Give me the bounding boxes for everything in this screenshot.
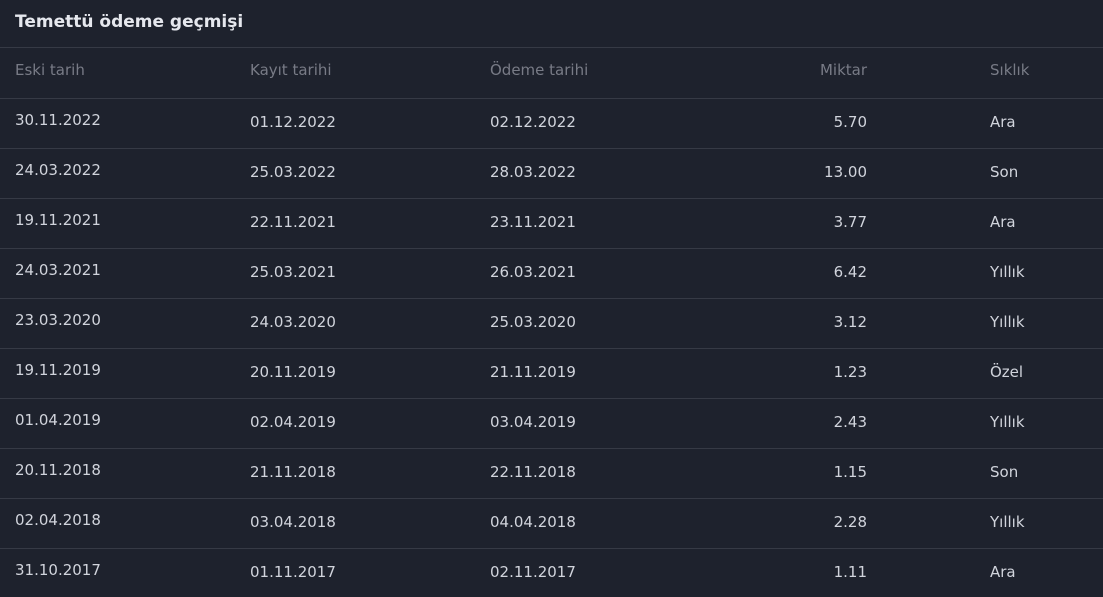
table-body: 30.11.2022 01.12.2022 02.12.2022 5.70 Ara 24.… [0,99,1103,597]
cell-ex-date: 23.03.2020 [15,311,101,329]
cell-frequency: Yıllık [990,513,1025,531]
cell-ex-date: 01.04.2019 [15,411,101,429]
cell-ex-date: 31.10.2017 [15,561,101,579]
cell-record-date: 21.11.2018 [250,463,336,481]
cell-amount: 2.43 [833,413,867,431]
table-row: 19.11.2019 20.11.2019 21.11.2019 1.23 Özel [0,349,1103,399]
table-row: 01.04.2019 02.04.2019 03.04.2019 2.43 Yıllık [0,399,1103,449]
cell-record-date: 24.03.2020 [250,313,336,331]
cell-ex-date: 02.04.2018 [15,511,101,529]
cell-frequency: Yıllık [990,263,1025,281]
cell-payment-date: 25.03.2020 [490,313,576,331]
cell-record-date: 02.04.2019 [250,413,336,431]
cell-payment-date: 22.11.2018 [490,463,576,481]
cell-frequency: Ara [990,563,1016,581]
table-row: 19.11.2021 22.11.2021 23.11.2021 3.77 Ara [0,199,1103,249]
dividend-history-panel: Temettü ödeme geçmişi Eski tarih Kayıt t… [0,0,1103,597]
cell-amount: 3.77 [833,213,867,231]
cell-payment-date: 03.04.2019 [490,413,576,431]
table-row: 23.03.2020 24.03.2020 25.03.2020 3.12 Yıllık [0,299,1103,349]
cell-record-date: 25.03.2021 [250,263,336,281]
cell-frequency: Ara [990,113,1016,131]
column-header-record-date[interactable]: Kayıt tarihi [250,61,332,79]
table-row: 30.11.2022 01.12.2022 02.12.2022 5.70 Ara [0,99,1103,149]
cell-payment-date: 02.12.2022 [490,113,576,131]
cell-amount: 1.23 [833,363,867,381]
panel-title: Temettü ödeme geçmişi [15,11,244,32]
cell-amount: 2.28 [833,513,867,531]
cell-record-date: 03.04.2018 [250,513,336,531]
panel-header: Temettü ödeme geçmişi [0,0,1103,48]
cell-amount: 5.70 [833,113,867,131]
cell-amount: 3.12 [833,313,867,331]
cell-amount: 6.42 [833,263,867,281]
cell-amount: 13.00 [824,163,867,181]
table-row: 20.11.2018 21.11.2018 22.11.2018 1.15 Son [0,449,1103,499]
table-row: 24.03.2021 25.03.2021 26.03.2021 6.42 Yıllık [0,249,1103,299]
cell-record-date: 01.11.2017 [250,563,336,581]
cell-payment-date: 28.03.2022 [490,163,576,181]
cell-frequency: Yıllık [990,413,1025,431]
cell-frequency: Son [990,463,1019,481]
cell-record-date: 25.03.2022 [250,163,336,181]
cell-ex-date: 30.11.2022 [15,111,101,129]
table-header-row: Eski tarih Kayıt tarihi Ödeme tarihi Mik… [0,48,1103,99]
column-header-amount[interactable]: Miktar [820,61,867,79]
cell-record-date: 22.11.2021 [250,213,336,231]
cell-ex-date: 20.11.2018 [15,461,101,479]
cell-ex-date: 19.11.2019 [15,361,101,379]
cell-record-date: 01.12.2022 [250,113,336,131]
cell-payment-date: 26.03.2021 [490,263,576,281]
table-row: 31.10.2017 01.11.2017 02.11.2017 1.11 Ara [0,549,1103,597]
column-header-payment-date[interactable]: Ödeme tarihi [490,61,588,79]
cell-payment-date: 04.04.2018 [490,513,576,531]
table-row: 02.04.2018 03.04.2018 04.04.2018 2.28 Yıllık [0,499,1103,549]
column-header-ex-date[interactable]: Eski tarih [15,61,85,79]
cell-ex-date: 19.11.2021 [15,211,101,229]
cell-ex-date: 24.03.2021 [15,261,101,279]
cell-ex-date: 24.03.2022 [15,161,101,179]
column-header-frequency[interactable]: Sıklık [990,61,1029,79]
cell-amount: 1.15 [833,463,867,481]
cell-frequency: Özel [990,363,1024,381]
table-row: 24.03.2022 25.03.2022 28.03.2022 13.00 Son [0,149,1103,199]
cell-record-date: 20.11.2019 [250,363,336,381]
cell-payment-date: 23.11.2021 [490,213,576,231]
cell-frequency: Son [990,163,1019,181]
cell-payment-date: 21.11.2019 [490,363,576,381]
cell-amount: 1.11 [833,563,867,581]
cell-frequency: Ara [990,213,1016,231]
cell-payment-date: 02.11.2017 [490,563,576,581]
cell-frequency: Yıllık [990,313,1025,331]
